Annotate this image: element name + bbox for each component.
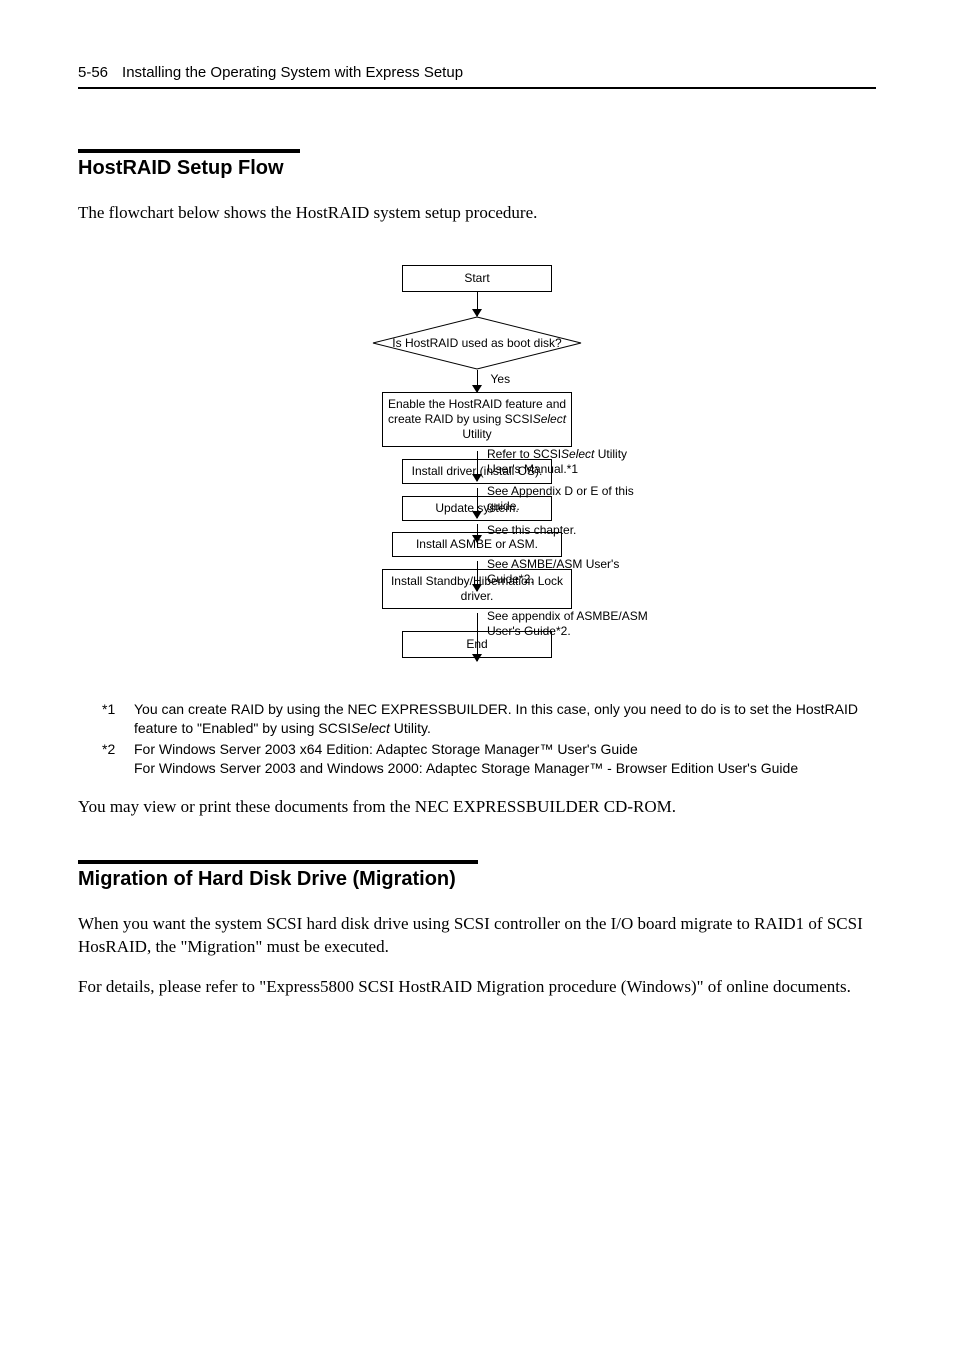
heading-rule — [78, 149, 300, 153]
flow-start: Start — [402, 265, 552, 292]
flowchart: Start Is HostRAID used as boot disk? Yes… — [78, 265, 876, 658]
arrow — [477, 488, 478, 496]
section-migration: Migration of Hard Disk Drive (Migration) — [78, 860, 876, 891]
decision-text: Is HostRAID used as boot disk? — [372, 316, 582, 370]
migration-p1: When you want the system SCSI hard disk … — [78, 913, 876, 959]
heading: Migration of Hard Disk Drive (Migration) — [78, 868, 876, 891]
page: 5-56 Installing the Operating System wit… — [0, 0, 954, 1348]
flow-enable-hostraid: Enable the HostRAID feature and create R… — [382, 392, 572, 447]
section-hostraid-setup-flow: HostRAID Setup Flow — [78, 149, 876, 180]
footnote-1: *1 You can create RAID by using the NEC … — [102, 700, 876, 738]
arrow — [477, 451, 478, 459]
footnote-2: *2 For Windows Server 2003 x64 Edition: … — [102, 740, 876, 778]
flow-decision: Is HostRAID used as boot disk? — [372, 316, 582, 370]
arrow — [477, 561, 478, 569]
arrow — [477, 292, 478, 316]
decision-yes-label: Yes — [491, 372, 511, 386]
footnotes: *1 You can create RAID by using the NEC … — [102, 700, 876, 778]
page-number: 5-56 — [78, 64, 108, 81]
header-title: Installing the Operating System with Exp… — [122, 64, 463, 81]
arrow — [477, 524, 478, 532]
intro-paragraph: The flowchart below shows the HostRAID s… — [78, 202, 876, 225]
migration-p2: For details, please refer to "Express580… — [78, 976, 876, 999]
arrow — [477, 613, 478, 631]
heading: HostRAID Setup Flow — [78, 157, 876, 180]
footnote-tag: *1 — [102, 700, 124, 738]
running-header: 5-56 Installing the Operating System wit… — [78, 64, 876, 89]
footnote-text: You can create RAID by using the NEC EXP… — [134, 700, 876, 738]
footnote-text: For Windows Server 2003 x64 Edition: Ada… — [134, 740, 876, 778]
footnote-tag: *2 — [102, 740, 124, 778]
arrow: Yes — [477, 370, 478, 392]
heading-rule — [78, 860, 478, 864]
cdrom-note: You may view or print these documents fr… — [78, 796, 876, 819]
flowchart-column: Start Is HostRAID used as boot disk? Yes… — [297, 265, 657, 658]
